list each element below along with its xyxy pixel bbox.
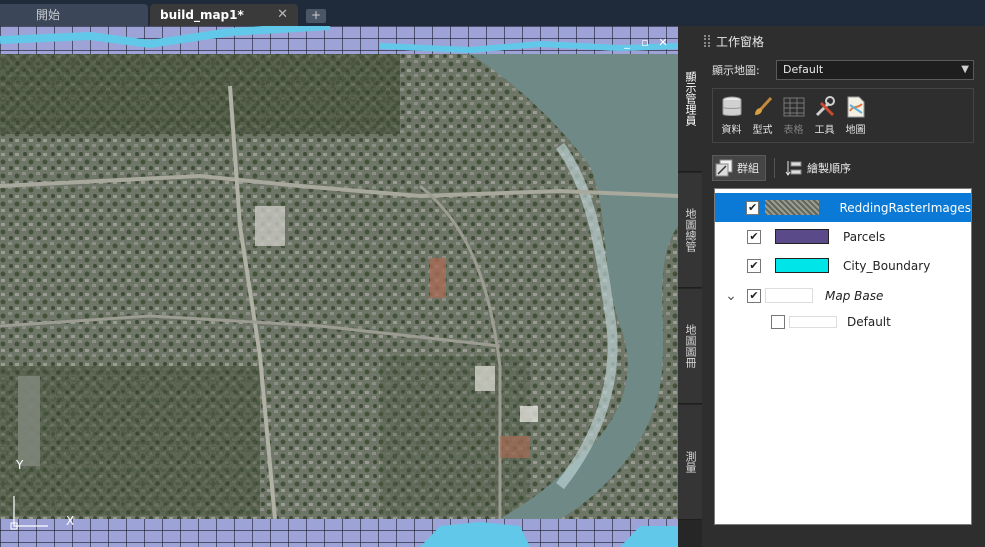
table-label: 表格 <box>783 125 804 136</box>
parcel-strip-bottom <box>0 519 678 547</box>
map-selector: 顯示地圖: Default ▼ <box>712 60 974 80</box>
close-icon[interactable]: ✕ <box>656 36 670 50</box>
tab-display-manager[interactable]: 顯示管理員 <box>678 26 702 172</box>
display-manager-toolbar: 資料 型式 表格 工具 地圖 <box>712 88 974 143</box>
tab-map-explorer-label: 地圖總管 <box>684 208 697 252</box>
viewport-controls: _ ▫ ✕ <box>620 36 670 50</box>
restore-icon[interactable]: ▫ <box>638 36 652 50</box>
layer-name: Map Base <box>825 288 884 303</box>
style-button[interactable]: 型式 <box>748 95 777 142</box>
map-select-value: Default <box>783 63 824 76</box>
tab-build-map1[interactable]: build_map1* ✕ <box>150 4 298 26</box>
default-swatch <box>789 315 837 328</box>
tab-start[interactable]: 開始 <box>0 4 148 26</box>
close-tab-icon[interactable]: ✕ <box>277 4 288 26</box>
style-icon <box>754 96 772 115</box>
tools-label: 工具 <box>814 125 835 136</box>
layer-row-redding-raster[interactable]: ✔ ReddingRasterImages <box>715 193 971 222</box>
layer-group-map-base[interactable]: ⌄ ✔ Map Base <box>715 281 971 310</box>
axis-x-label: X <box>66 514 75 528</box>
tab-survey-label: 測量 <box>684 451 697 473</box>
layer-name: Default <box>847 314 891 329</box>
layer-visibility-checkbox[interactable]: ✔ <box>747 288 761 303</box>
raster-swatch <box>765 200 820 215</box>
tab-start-label: 開始 <box>36 8 61 22</box>
layer-name: City_Boundary <box>843 258 931 273</box>
layer-name: Parcels <box>843 229 886 244</box>
data-icon <box>722 96 741 116</box>
map-selector-label: 顯示地圖: <box>712 64 760 77</box>
tab-map-book-label: 地圖圖冊 <box>684 324 697 368</box>
parcels-swatch <box>775 229 829 244</box>
map-icon <box>847 96 864 118</box>
data-button[interactable]: 資料 <box>717 95 746 142</box>
group-icon <box>715 159 733 177</box>
layer-row-default[interactable]: Default <box>715 307 971 336</box>
task-pane-title: 工作窗格 <box>716 34 765 49</box>
layer-visibility-checkbox[interactable]: ✔ <box>745 200 760 215</box>
grip-icon[interactable] <box>704 35 710 47</box>
table-icon <box>783 97 804 117</box>
draw-order-icon <box>785 161 802 176</box>
layer-visibility-checkbox[interactable]: ✔ <box>747 229 761 244</box>
draw-order-button[interactable]: 繪製順序 <box>783 155 857 181</box>
map-base-swatch <box>765 288 813 303</box>
vertical-tab-strip: 顯示管理員 地圖總管 地圖圖冊 測量 <box>678 26 702 547</box>
draw-order-label: 繪製順序 <box>807 162 851 175</box>
layer-visibility-checkbox[interactable]: ✔ <box>747 258 761 273</box>
task-pane-header: 工作窗格 <box>704 30 984 52</box>
data-label: 資料 <box>721 125 742 136</box>
layer-row-parcels[interactable]: ✔ Parcels <box>715 222 971 251</box>
tab-map-explorer[interactable]: 地圖總管 <box>678 173 702 288</box>
table-button[interactable]: 表格 <box>779 95 808 142</box>
map-label: 地圖 <box>845 125 866 136</box>
group-mode-button[interactable]: 群組 <box>712 155 766 181</box>
layer-name: ReddingRasterImages <box>839 200 971 215</box>
document-tab-bar: 開始 build_map1* ✕ + <box>0 0 985 26</box>
city-boundary-swatch <box>775 258 829 273</box>
map-button[interactable]: 地圖 <box>841 95 870 142</box>
layer-list: ✔ ReddingRasterImages ✔ Parcels ✔ City_B… <box>714 188 972 525</box>
tools-icon <box>815 96 835 117</box>
chevron-down-icon: ▼ <box>961 64 969 75</box>
view-mode-bar: 群組 繪製順序 <box>712 154 974 182</box>
add-tab-button[interactable]: + <box>306 9 326 23</box>
group-mode-label: 群組 <box>737 162 759 175</box>
style-label: 型式 <box>752 125 773 136</box>
map-canvas[interactable]: Y X _ ▫ ✕ <box>0 26 678 547</box>
tab-display-manager-label: 顯示管理員 <box>684 71 697 126</box>
axis-y-label: Y <box>16 458 24 472</box>
tab-build-map1-label: build_map1* <box>160 8 244 22</box>
task-pane: 顯示管理員 地圖總管 地圖圖冊 測量 工作窗格 顯示地圖: Default ▼ <box>678 26 985 547</box>
map-select-dropdown[interactable]: Default ▼ <box>776 60 974 80</box>
tools-button[interactable]: 工具 <box>810 95 839 142</box>
app-window: 開始 build_map1* ✕ + Y X _ ▫ ✕ 顯示管理員 地圖總管 … <box>0 0 985 547</box>
chevron-down-icon[interactable]: ⌄ <box>723 288 739 304</box>
minimize-icon[interactable]: _ <box>620 36 634 50</box>
aerial-map-image <box>0 26 678 547</box>
tab-map-book[interactable]: 地圖圖冊 <box>678 289 702 404</box>
layer-visibility-checkbox[interactable] <box>771 314 785 329</box>
tab-survey[interactable]: 測量 <box>678 405 702 520</box>
layer-row-city-boundary[interactable]: ✔ City_Boundary <box>715 251 971 280</box>
mode-separator <box>774 158 775 178</box>
